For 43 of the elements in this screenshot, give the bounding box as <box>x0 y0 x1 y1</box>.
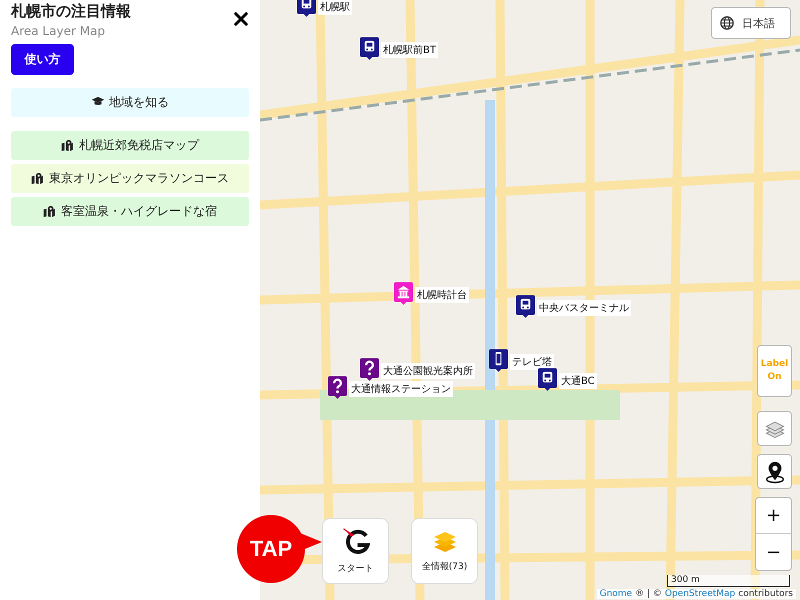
bus-icon <box>360 37 379 60</box>
zoom-out-button[interactable]: − <box>756 534 791 570</box>
attribution-text: contributors <box>738 589 793 599</box>
phone-icon <box>489 349 508 372</box>
sidebar-title: 札幌市の注目情報 <box>11 2 131 21</box>
start-button[interactable]: スタート <box>322 518 389 584</box>
marker-label[interactable]: 大通情報ステーション <box>349 381 453 397</box>
layer-button[interactable]: 札幌近郊免税店マップ <box>11 131 249 160</box>
map-marker-icon <box>31 172 45 185</box>
question-mark-icon <box>360 358 379 381</box>
bus-icon <box>538 368 557 391</box>
zoom-in-button[interactable]: + <box>756 498 791 534</box>
sidebar-subtitle: Area Layer Map <box>11 24 106 38</box>
location-button[interactable] <box>757 454 792 489</box>
layer-button[interactable]: 東京オリンピックマラソンコース <box>11 164 249 193</box>
layer-button[interactable]: 地域を知る <box>11 88 249 117</box>
marker-label[interactable]: 大通BC <box>559 373 597 389</box>
map-marker-icon <box>61 139 75 152</box>
attribution-text: ® | © <box>635 589 662 599</box>
marker-label[interactable]: 札幌駅 <box>318 0 352 15</box>
globe-icon <box>720 16 734 30</box>
all-info-button[interactable]: 全情報(73) <box>411 518 478 584</box>
location-pin-icon <box>764 460 786 484</box>
g-arrow-logo-icon <box>342 528 370 556</box>
stacked-layers-icon <box>432 530 456 554</box>
close-icon <box>234 12 248 26</box>
question-mark-icon <box>328 376 347 399</box>
attribution-link[interactable]: Gnome <box>600 589 632 599</box>
scale-bar: 300 m <box>667 575 790 587</box>
layers-button[interactable] <box>757 411 792 446</box>
bus-icon <box>516 295 535 318</box>
attribution-link[interactable]: OpenStreetMap <box>664 589 736 599</box>
layer-button[interactable]: 客室温泉・ハイグレードな宿 <box>11 197 249 226</box>
close-button[interactable] <box>234 12 248 26</box>
marker-label[interactable]: テレビ塔 <box>510 354 554 370</box>
marker-label[interactable]: 中央バスターミナル <box>537 300 631 316</box>
language-button[interactable]: 日本語 <box>711 7 791 39</box>
marker-label[interactable]: 大通公園観光案内所 <box>381 363 475 379</box>
map-marker-icon <box>43 205 57 218</box>
marker-label[interactable]: 札幌駅前BT <box>381 42 438 58</box>
marker-label[interactable]: 札幌時計台 <box>415 287 469 303</box>
museum-icon <box>394 282 413 305</box>
help-button[interactable]: 使い方 <box>11 44 74 75</box>
